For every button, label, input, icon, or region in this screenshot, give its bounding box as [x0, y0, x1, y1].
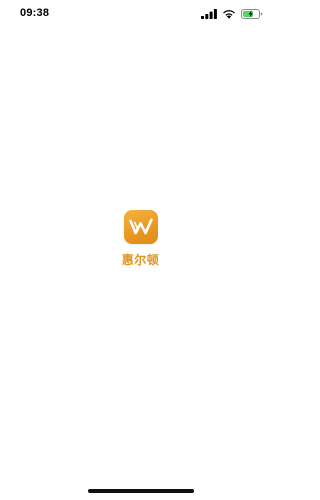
splash-screen: 惠尔顿	[0, 210, 281, 268]
status-time: 09:38	[20, 7, 50, 19]
status-icons	[201, 9, 263, 19]
signal-icon	[201, 9, 217, 19]
battery-charging-icon	[241, 9, 263, 19]
status-bar: 09:38	[0, 0, 281, 28]
home-indicator[interactable]	[88, 489, 194, 493]
app-name: 惠尔顿	[121, 253, 160, 267]
wifi-icon	[223, 10, 235, 19]
w-logo-icon	[123, 210, 158, 244]
